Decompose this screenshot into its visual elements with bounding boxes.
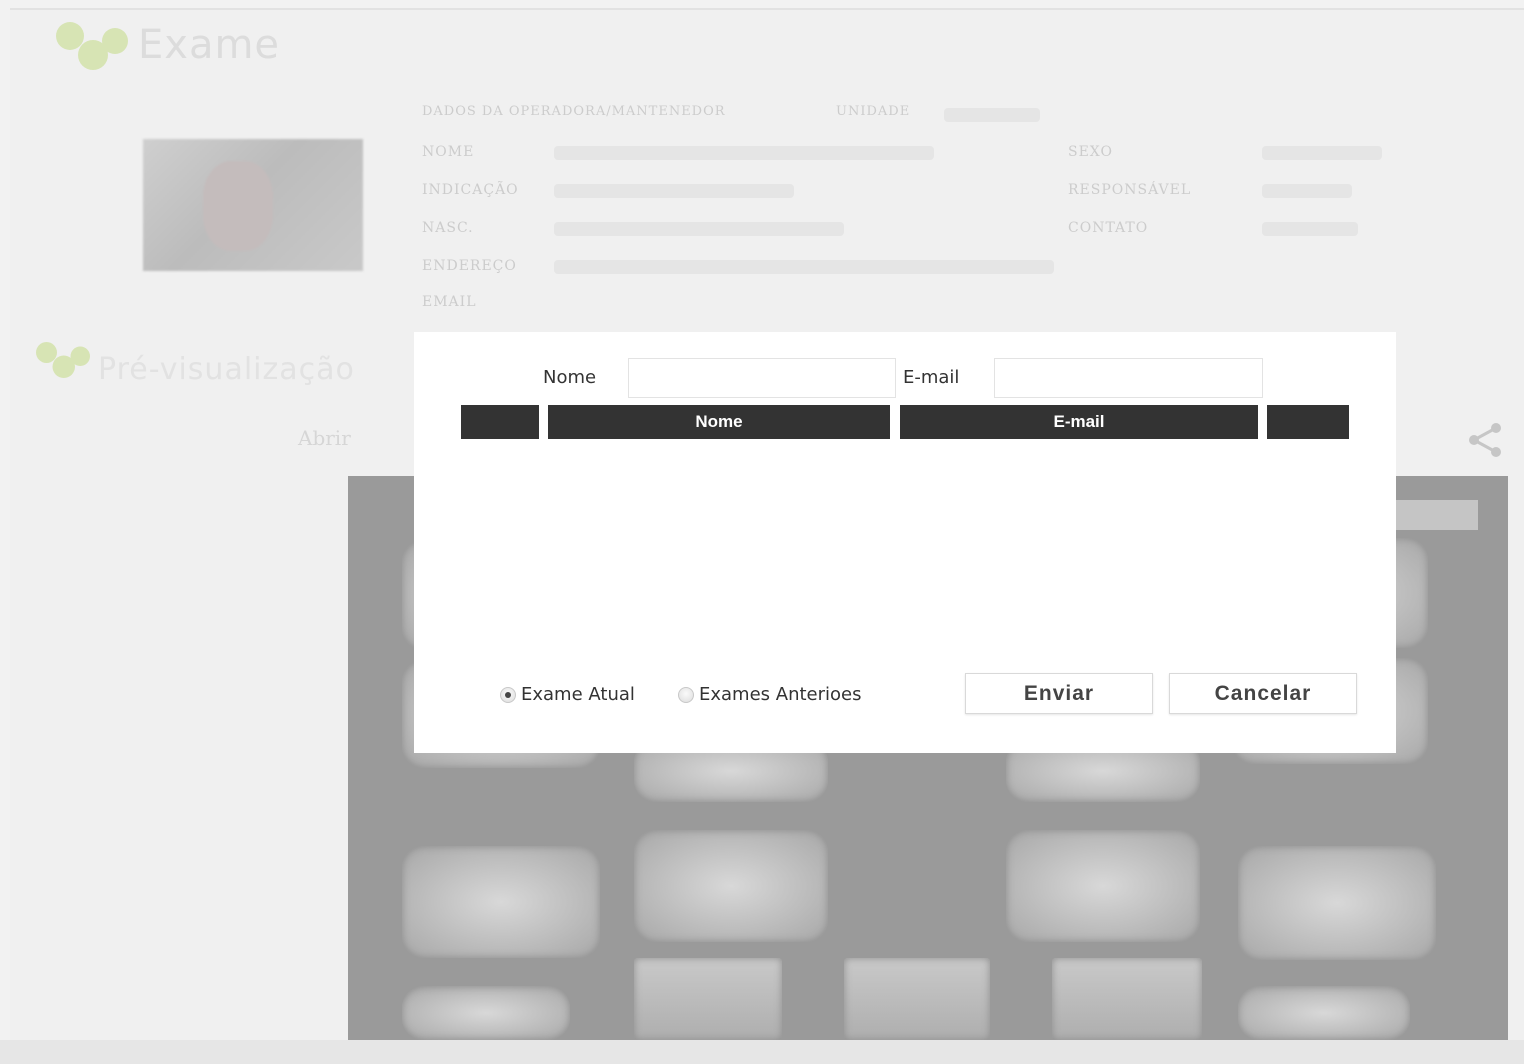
responsavel-label: RESPONSÁVEL: [1068, 182, 1192, 198]
contato-label: CONTATO: [1068, 220, 1149, 236]
exame-atual-label[interactable]: Exame Atual: [521, 684, 635, 705]
endereco-value: [554, 260, 1054, 274]
nome-value: [554, 146, 934, 160]
table-header-email[interactable]: E-mail: [900, 405, 1258, 439]
xray-image[interactable]: [844, 958, 990, 1040]
recipients-table-body: [461, 440, 1349, 660]
nome-label: NOME: [422, 144, 475, 160]
cancel-button[interactable]: Cancelar: [1169, 673, 1357, 714]
abrir-link[interactable]: Abrir: [298, 426, 351, 450]
exames-anteriores-label[interactable]: Exames Anterioes: [699, 684, 861, 705]
xray-image[interactable]: [402, 986, 570, 1040]
sexo-label: SEXO: [1068, 144, 1114, 160]
table-header-actions[interactable]: [1267, 405, 1349, 439]
visualizacao-title: Pré-visualização: [98, 352, 355, 387]
indicacao-label: INDICAÇÃO: [422, 182, 519, 198]
nasc-value: [554, 222, 844, 236]
nome-filter-label: Nome: [543, 367, 597, 388]
email-label: EMAIL: [422, 294, 477, 310]
unidade-label: UNIDADE: [836, 104, 911, 119]
xray-image[interactable]: [1238, 986, 1410, 1040]
email-filter-input[interactable]: [994, 358, 1263, 398]
nasc-label: NASC.: [422, 220, 474, 236]
table-header-select[interactable]: [461, 405, 539, 439]
responsavel-value: [1262, 184, 1352, 198]
exames-anteriores-option[interactable]: Exames Anterioes: [678, 684, 861, 705]
share-icon[interactable]: [1464, 420, 1508, 460]
exames-anteriores-radio[interactable]: [678, 686, 694, 703]
sexo-value: [1262, 146, 1382, 160]
share-exam-dialog: Nome E-mail Nome E-mail Exame Atual Exam…: [414, 332, 1396, 753]
indicacao-value: [554, 184, 794, 198]
gallery-toolbar[interactable]: [1396, 500, 1478, 530]
xray-image[interactable]: [634, 958, 782, 1040]
table-header-nome[interactable]: Nome: [548, 405, 890, 439]
patient-photo: [143, 139, 363, 271]
xray-image[interactable]: [1238, 846, 1436, 960]
unidade-value: [944, 108, 1040, 122]
contato-value: [1262, 222, 1358, 236]
dados-label: DADOS DA OPERADORA/MANTENEDOR: [422, 104, 726, 119]
bottom-bar: [0, 1040, 1524, 1064]
endereco-label: ENDEREÇO: [422, 258, 517, 274]
xray-image[interactable]: [1052, 958, 1202, 1040]
email-filter-label: E-mail: [903, 367, 960, 388]
xray-image[interactable]: [402, 846, 600, 958]
exame-atual-radio[interactable]: [500, 686, 516, 703]
xray-image[interactable]: [634, 830, 828, 942]
visualizacao-logo-icon: [36, 342, 95, 381]
send-button[interactable]: Enviar: [965, 673, 1153, 714]
page-title: Exame: [138, 22, 281, 68]
exam-logo-icon: [56, 22, 134, 74]
exame-atual-option[interactable]: Exame Atual: [500, 684, 635, 705]
nome-filter-input[interactable]: [628, 358, 896, 398]
xray-image[interactable]: [1006, 830, 1200, 942]
